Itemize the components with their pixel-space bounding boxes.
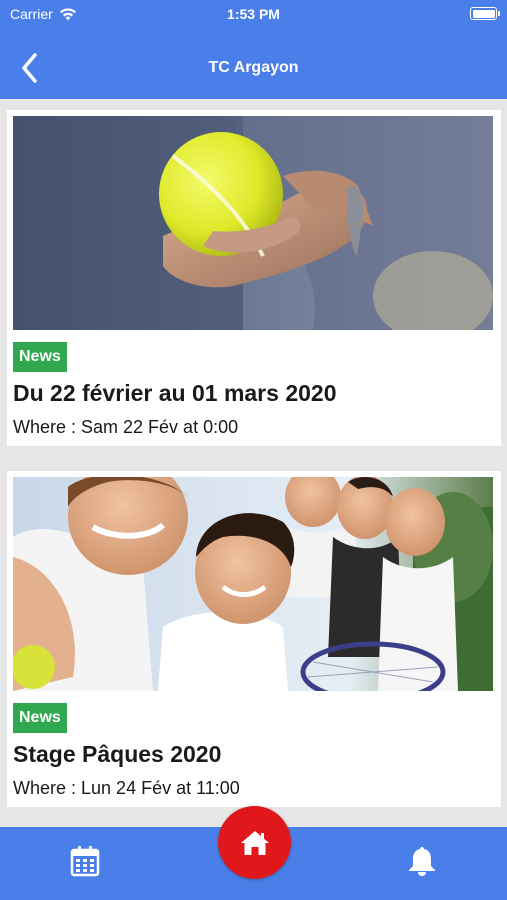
tennis-ball-hand-photo [13, 116, 493, 330]
news-badge: News [13, 703, 67, 733]
calendar-icon [70, 846, 100, 877]
home-icon [240, 830, 269, 855]
family-tennis-photo [13, 477, 493, 691]
page-title: TC Argayon [208, 59, 299, 76]
card-where: Where : Sam 22 Fév at 0:00 [13, 417, 239, 437]
status-bar: Carrier 1:53 PM [0, 0, 507, 28]
card-where: Where : Lun 24 Fév at 11:00 [13, 778, 240, 798]
news-list[interactable]: News Du 22 février au 01 mars 2020 Where… [0, 99, 507, 827]
battery-icon [470, 7, 500, 20]
news-card[interactable]: News Du 22 février au 01 mars 2020 Where… [7, 110, 501, 446]
home-button[interactable] [218, 806, 291, 879]
news-badge: News [13, 342, 67, 372]
top-bar: Carrier 1:53 PM TC Argayon [0, 0, 507, 99]
bell-icon [409, 847, 435, 876]
news-card[interactable]: News Stage Pâques 2020 Where : Lun 24 Fé… [7, 471, 501, 807]
tab-calendar[interactable] [65, 841, 105, 881]
card-title: Stage Pâques 2020 [13, 741, 222, 767]
nav-bar: TC Argayon [0, 40, 507, 96]
status-time: 1:53 PM [227, 6, 280, 22]
tab-notifications[interactable] [402, 841, 442, 881]
card-title: Du 22 février au 01 mars 2020 [13, 380, 337, 406]
